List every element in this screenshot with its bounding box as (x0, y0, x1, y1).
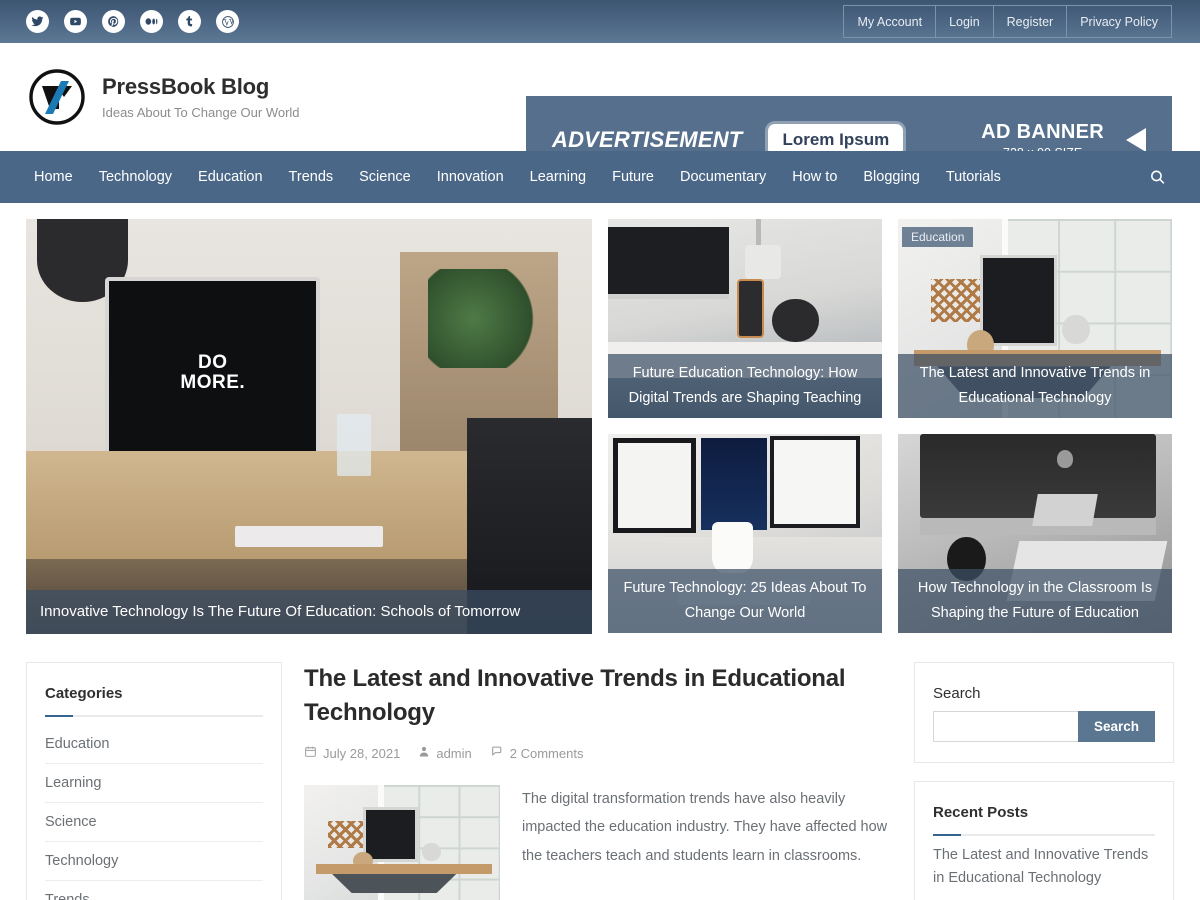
pinterest-icon[interactable] (102, 10, 125, 33)
topnav-link-login[interactable]: Login (936, 6, 994, 37)
featured-post-main[interactable]: DO MORE. Innovative Technology Is The Fut… (26, 219, 592, 634)
tumblr-icon[interactable] (178, 10, 201, 33)
post-comments-text[interactable]: 2 Comments (510, 746, 584, 761)
post-author-text[interactable]: admin (436, 746, 471, 761)
featured-post-1-title: Future Education Technology: How Digital… (608, 354, 882, 418)
main-navigation[interactable]: Home Technology Education Trends Science… (0, 151, 1200, 203)
list-item[interactable]: The Latest and Innovative Trends in Educ… (933, 844, 1155, 900)
nav-item-future[interactable]: Future (599, 169, 667, 185)
featured-post-2-category-badge[interactable]: Education (902, 227, 974, 247)
category-link-trends[interactable]: Trends (45, 881, 263, 900)
social-links (0, 10, 239, 33)
widget-accent-rule (45, 715, 263, 717)
featured-post-2-title: The Latest and Innovative Trends in Educ… (898, 354, 1172, 418)
search-form[interactable]: Search (933, 711, 1155, 742)
widget-accent-rule (933, 834, 1155, 836)
user-icon (418, 745, 430, 761)
post-date: July 28, 2021 (304, 745, 400, 761)
wordpress-icon[interactable] (216, 10, 239, 33)
list-item[interactable]: Technology (45, 842, 263, 881)
list-item[interactable]: Learning (45, 764, 263, 803)
search-button[interactable]: Search (1077, 711, 1155, 742)
post-date-text: July 28, 2021 (323, 745, 401, 761)
list-item[interactable]: Education (45, 725, 263, 764)
youtube-icon[interactable] (64, 10, 87, 33)
featured-main[interactable]: DO MORE. Innovative Technology Is The Fut… (26, 219, 592, 634)
left-sidebar: Categories Education Learning Science Te… (26, 662, 282, 900)
featured-posts-grid: DO MORE. Innovative Technology Is The Fut… (0, 203, 1200, 634)
list-item[interactable]: Trends (45, 881, 263, 900)
post-meta: July 28, 2021 admin 2 Comments (304, 745, 892, 761)
post-thumbnail[interactable] (304, 785, 500, 900)
main-post: The Latest and Innovative Trends in Educ… (304, 662, 892, 900)
page-title[interactable]: The Latest and Innovative Trends in Educ… (304, 662, 892, 729)
categories-widget: Categories Education Learning Science Te… (26, 662, 282, 900)
search-icon[interactable] (1149, 169, 1166, 186)
post-comments: 2 Comments (490, 745, 584, 761)
post-author: admin (418, 745, 472, 761)
site-title: PressBook Blog (102, 74, 270, 99)
nav-item-innovation[interactable]: Innovation (424, 169, 517, 185)
nav-item-tutorials[interactable]: Tutorials (933, 169, 1014, 185)
featured-post-1[interactable]: Future Education Technology: How Digital… (608, 219, 882, 418)
recent-posts-list: The Latest and Innovative Trends in Educ… (933, 844, 1155, 900)
category-link-technology[interactable]: Technology (45, 842, 263, 880)
featured-main-image: DO MORE. (26, 219, 592, 634)
featured-post-4-title: How Technology in the Classroom Is Shapi… (898, 569, 1172, 633)
post-body: The digital transformation trends have a… (304, 785, 892, 900)
category-link-learning[interactable]: Learning (45, 764, 263, 802)
topnav-link-my-account[interactable]: My Account (844, 6, 937, 37)
right-sidebar: Search Search Recent Posts The Latest an… (914, 662, 1174, 900)
nav-item-how-to[interactable]: How to (779, 169, 850, 185)
recent-posts-widget-title: Recent Posts (933, 804, 1029, 821)
categories-list: Education Learning Science Technology Tr… (45, 725, 263, 900)
medium-icon[interactable] (140, 10, 163, 33)
categories-widget-title: Categories (45, 685, 123, 702)
category-link-education[interactable]: Education (45, 725, 263, 763)
site-tagline: Ideas About To Change Our World (102, 105, 300, 120)
nav-item-home[interactable]: Home (28, 169, 86, 185)
search-input[interactable] (933, 711, 1078, 742)
search-widget: Search Search (914, 662, 1174, 763)
topnav-link-privacy-policy[interactable]: Privacy Policy (1067, 6, 1171, 37)
content-area: Categories Education Learning Science Te… (0, 634, 1200, 900)
recent-posts-widget: Recent Posts The Latest and Innovative T… (914, 781, 1174, 900)
top-bar: My Account Login Register Privacy Policy (0, 0, 1200, 43)
nav-item-learning[interactable]: Learning (517, 169, 599, 185)
ad-advertisement-label: ADVERTISEMENT (552, 127, 743, 152)
comments-icon (490, 745, 504, 761)
nav-item-documentary[interactable]: Documentary (667, 169, 779, 185)
featured-post-3-title: Future Technology: 25 Ideas About To Cha… (608, 569, 882, 633)
featured-post-3[interactable]: Future Technology: 25 Ideas About To Cha… (608, 434, 882, 633)
search-widget-label: Search (933, 685, 981, 702)
recent-post-link-1[interactable]: The Latest and Innovative Trends in Educ… (933, 844, 1155, 900)
topnav-link-register[interactable]: Register (994, 6, 1068, 37)
site-header: PressBook Blog Ideas About To Change Our… (0, 43, 1200, 184)
category-link-science[interactable]: Science (45, 803, 263, 841)
list-item[interactable]: Science (45, 803, 263, 842)
site-logo-icon[interactable] (28, 68, 86, 126)
top-utility-nav[interactable]: My Account Login Register Privacy Policy (843, 5, 1172, 38)
post-excerpt: The digital transformation trends have a… (522, 791, 888, 864)
twitter-icon[interactable] (26, 10, 49, 33)
featured-post-2[interactable]: Education The Latest and Innovative Tren… (898, 219, 1172, 418)
ad-arrow-left-icon (1126, 128, 1146, 152)
brand[interactable]: PressBook Blog Ideas About To Change Our… (28, 68, 300, 126)
nav-item-blogging[interactable]: Blogging (850, 169, 932, 185)
featured-post-4[interactable]: How Technology in the Classroom Is Shapi… (898, 434, 1172, 633)
nav-item-education[interactable]: Education (185, 169, 276, 185)
post-thumbnail-image (304, 785, 500, 900)
featured-main-title: Innovative Technology Is The Future Of E… (26, 590, 592, 634)
calendar-icon (304, 745, 317, 761)
nav-item-technology[interactable]: Technology (86, 169, 185, 185)
ad-title: AD BANNER (981, 120, 1104, 143)
nav-item-science[interactable]: Science (346, 169, 424, 185)
nav-item-trends[interactable]: Trends (276, 169, 347, 185)
